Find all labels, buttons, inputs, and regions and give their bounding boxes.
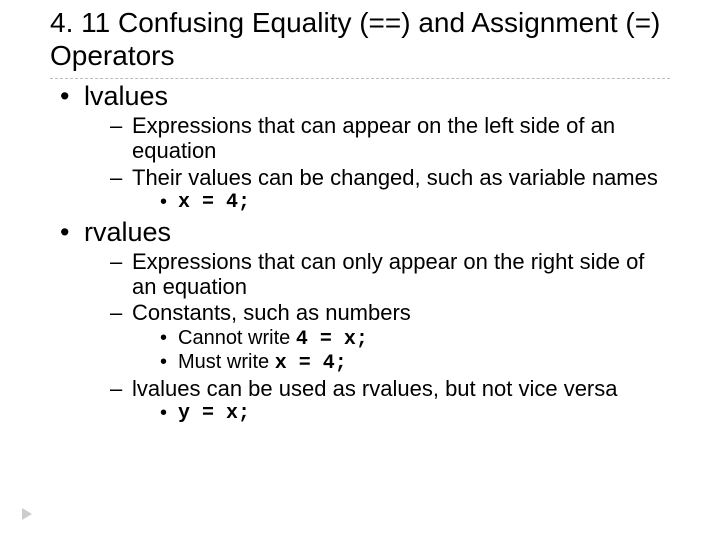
code-bullet: • x = 4; bbox=[160, 191, 670, 215]
bullet-text: Must write bbox=[178, 351, 275, 373]
dash-mark: – bbox=[110, 165, 132, 190]
mixed-line: Must write x = 4; bbox=[178, 351, 347, 376]
slide-title: 4. 11 Confusing Equality (==) and Assign… bbox=[50, 6, 670, 72]
bullet-lvalues: • lvalues bbox=[60, 81, 670, 112]
slide-content: • lvalues – Expressions that can appear … bbox=[50, 81, 670, 426]
code-text: 4 = x; bbox=[296, 328, 368, 351]
code-bullet: • y = x; bbox=[160, 402, 670, 426]
dash-mark: – bbox=[110, 300, 132, 325]
bullet-mark: • bbox=[160, 351, 178, 376]
sub-bullet: – lvalues can be used as rvalues, but no… bbox=[110, 376, 670, 401]
code-text: x = 4; bbox=[275, 352, 347, 375]
bullet-text: rvalues bbox=[84, 217, 171, 248]
sub-bullet: – Expressions that can appear on the lef… bbox=[110, 113, 670, 164]
dash-mark: – bbox=[110, 249, 132, 300]
code-bullet: • Must write x = 4; bbox=[160, 351, 670, 376]
code-bullet: • Cannot write 4 = x; bbox=[160, 327, 670, 352]
bullet-mark: • bbox=[160, 191, 178, 215]
bullet-mark: • bbox=[60, 81, 84, 112]
code-text: x = 4; bbox=[178, 191, 250, 215]
divider bbox=[50, 78, 670, 79]
bullet-mark: • bbox=[160, 402, 178, 426]
bullet-text: Constants, such as numbers bbox=[132, 300, 411, 325]
code-text: y = x; bbox=[178, 402, 250, 426]
bullet-rvalues: • rvalues bbox=[60, 217, 670, 248]
bullet-text: lvalues can be used as rvalues, but not … bbox=[132, 376, 618, 401]
bullet-mark: • bbox=[60, 217, 84, 248]
sub-bullet: – Expressions that can only appear on th… bbox=[110, 249, 670, 300]
slide: 4. 11 Confusing Equality (==) and Assign… bbox=[0, 0, 720, 436]
dash-mark: – bbox=[110, 376, 132, 401]
bullet-mark: • bbox=[160, 327, 178, 352]
bullet-text: Expressions that can only appear on the … bbox=[132, 249, 670, 300]
bullet-text: Their values can be changed, such as var… bbox=[132, 165, 658, 190]
bullet-text: Cannot write bbox=[178, 327, 296, 349]
corner-arrow-icon bbox=[22, 508, 32, 520]
bullet-text: Expressions that can appear on the left … bbox=[132, 113, 670, 164]
bullet-text: lvalues bbox=[84, 81, 168, 112]
sub-bullet: – Constants, such as numbers bbox=[110, 300, 670, 325]
mixed-line: Cannot write 4 = x; bbox=[178, 327, 368, 352]
dash-mark: – bbox=[110, 113, 132, 164]
sub-bullet: – Their values can be changed, such as v… bbox=[110, 165, 670, 190]
